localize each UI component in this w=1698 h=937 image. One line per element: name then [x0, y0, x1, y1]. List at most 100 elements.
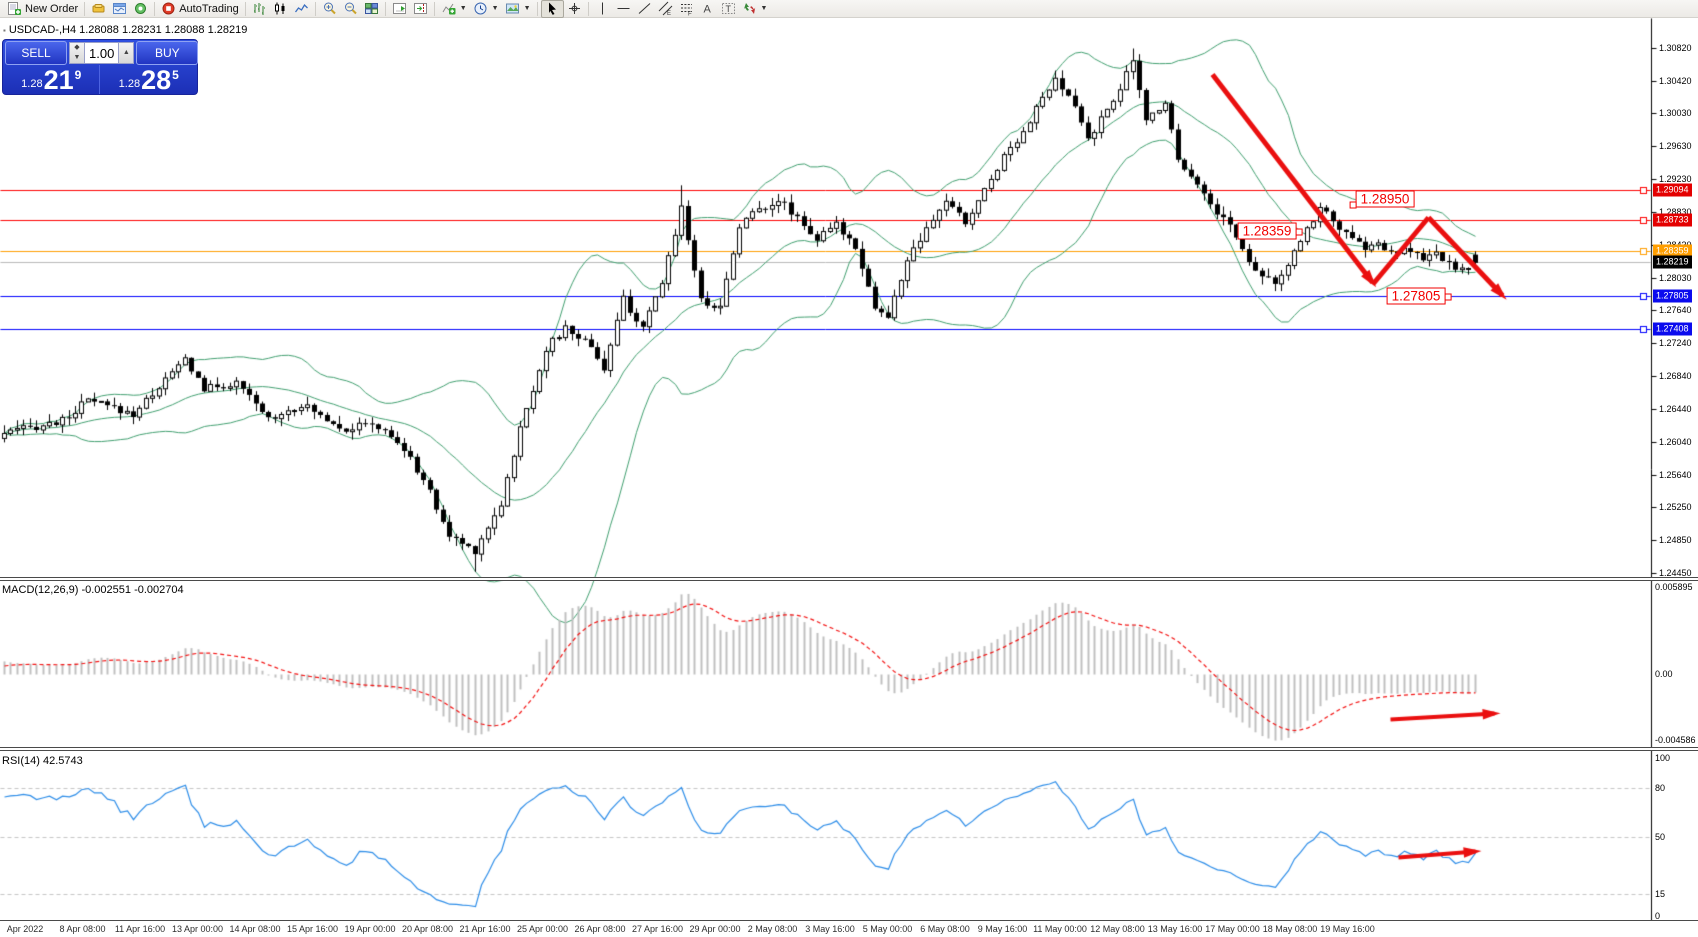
arrows-tool-button[interactable]: ▼: [739, 1, 771, 17]
new-order-button[interactable]: New Order: [4, 1, 81, 17]
price-callout[interactable]: 1.28359: [1238, 223, 1297, 240]
time-tick-label: 18 May 08:00: [1263, 924, 1318, 934]
dropdown-caret: ▼: [492, 5, 499, 12]
price-level-badge: 1.28219: [1653, 256, 1692, 269]
text-tool-button[interactable]: A: [697, 1, 718, 17]
templates-button[interactable]: ▼: [502, 1, 534, 17]
price-tick-label: 1.26440: [1659, 404, 1692, 414]
dropdown-caret: ▼: [460, 5, 467, 12]
auto-scroll-button[interactable]: [389, 1, 410, 17]
line-chart-button[interactable]: [291, 1, 312, 17]
signals-button[interactable]: [130, 1, 151, 17]
autotrading-button[interactable]: AutoTrading: [158, 1, 242, 17]
volume-up-button[interactable]: ▲: [118, 42, 134, 64]
panel-separator[interactable]: [0, 747, 1698, 751]
svg-text:E: E: [667, 11, 671, 16]
callout-anchor: [1444, 293, 1451, 300]
text-label-icon: T: [721, 1, 736, 16]
svg-text:F: F: [688, 12, 692, 17]
callout-anchor: [1295, 228, 1302, 235]
callout-anchor: [1350, 202, 1357, 209]
volume-input[interactable]: 1.00: [85, 42, 118, 64]
separator: [537, 2, 538, 16]
chart-window-icon: ▪: [3, 26, 6, 35]
indicator-axis-label: 0.00: [1655, 669, 1673, 679]
fibonacci-icon: F: [679, 1, 694, 16]
vertical-line-icon: [595, 1, 610, 16]
new-order-icon: [7, 1, 22, 16]
time-tick-label: 19 May 16:00: [1320, 924, 1375, 934]
candlestick-icon: [273, 1, 288, 16]
trendline-icon: [637, 1, 652, 16]
cursor-tool-button[interactable]: [541, 0, 564, 18]
main-toolbar: New Order AutoTrading ▼ ▼ ▼ E F A T ▼: [0, 0, 1698, 18]
indicators-icon: [441, 1, 456, 16]
crosshair-icon: [567, 1, 582, 16]
price-tick-label: 1.30820: [1659, 43, 1692, 53]
chart-canvas[interactable]: [0, 18, 1698, 920]
price-callout[interactable]: 1.28950: [1356, 191, 1415, 208]
volume-stepper: ◆▼ 1.00 ▲: [69, 42, 134, 64]
horizontal-line-tool-button[interactable]: [613, 1, 634, 17]
price-tick-label: 1.25640: [1659, 470, 1692, 480]
separator: [588, 2, 589, 16]
price-tick-label: 1.24850: [1659, 535, 1692, 545]
zoom-in-button[interactable]: [319, 1, 340, 17]
channel-tool-button[interactable]: E: [655, 1, 676, 17]
price-level-badge: 1.27805: [1653, 290, 1692, 303]
indicator-axis-label: 80: [1655, 783, 1665, 793]
tile-windows-button[interactable]: [361, 1, 382, 17]
line-chart-icon: [294, 1, 309, 16]
time-axis[interactable]: Apr 20228 Apr 08:0011 Apr 16:0013 Apr 00…: [0, 921, 1698, 937]
indicator-axis-label: 0.005895: [1655, 582, 1693, 592]
metaeditor-button[interactable]: [88, 1, 109, 17]
trendline-tool-button[interactable]: [634, 1, 655, 17]
sell-price-display[interactable]: 1.28219: [4, 65, 100, 94]
price-callout[interactable]: 1.27805: [1387, 288, 1446, 305]
zoom-out-icon: [343, 1, 358, 16]
time-tick-label: 13 Apr 00:00: [172, 924, 223, 934]
buy-button[interactable]: BUY: [136, 41, 198, 65]
zoom-out-button[interactable]: [340, 1, 361, 17]
time-tick-label: 27 Apr 16:00: [632, 924, 683, 934]
terminal-icon: [112, 1, 127, 16]
price-tick-label: 1.29630: [1659, 141, 1692, 151]
price-tick-label: 1.30030: [1659, 108, 1692, 118]
time-tick-label: 15 Apr 16:00: [287, 924, 338, 934]
time-axis-separator: [0, 920, 1698, 921]
time-tick-label: 2 May 08:00: [748, 924, 798, 934]
equidistant-channel-icon: E: [658, 1, 673, 16]
sell-button[interactable]: SELL: [5, 41, 67, 65]
chart-title: ▪USDCAD-,H4 1.28088 1.28231 1.28088 1.28…: [3, 24, 247, 36]
buy-price-display[interactable]: 1.28285: [102, 65, 197, 94]
time-tick-label: 5 May 00:00: [863, 924, 913, 934]
auto-scroll-icon: [392, 1, 407, 16]
indicator-axis-label: 15: [1655, 889, 1665, 899]
periods-button[interactable]: ▼: [470, 1, 502, 17]
one-click-trading-panel: SELL ◆▼ 1.00 ▲ BUY 1.28219 1.28285: [2, 39, 198, 95]
bar-chart-button[interactable]: [249, 1, 270, 17]
periods-icon: [473, 1, 488, 16]
price-tick-label: 1.26840: [1659, 371, 1692, 381]
candlestick-button[interactable]: [270, 1, 291, 17]
time-tick-label: 17 May 00:00: [1205, 924, 1260, 934]
text-icon: A: [700, 1, 715, 16]
svg-text:T: T: [725, 4, 731, 14]
indicator-axis-label: 50: [1655, 832, 1665, 842]
time-tick-label: 19 Apr 00:00: [344, 924, 395, 934]
fibonacci-tool-button[interactable]: F: [676, 1, 697, 17]
indicators-button[interactable]: ▼: [438, 1, 470, 17]
time-tick-label: 20 Apr 08:00: [402, 924, 453, 934]
text-label-tool-button[interactable]: T: [718, 1, 739, 17]
price-tick-label: 1.27240: [1659, 338, 1692, 348]
terminal-button[interactable]: [109, 1, 130, 17]
vertical-line-tool-button[interactable]: [592, 1, 613, 17]
price-level-badge: 1.28733: [1653, 214, 1692, 227]
time-tick-label: 29 Apr 00:00: [689, 924, 740, 934]
chart-shift-button[interactable]: [410, 1, 431, 17]
crosshair-tool-button[interactable]: [564, 1, 585, 17]
svg-text:A: A: [703, 4, 711, 16]
volume-down-button[interactable]: ◆▼: [69, 42, 85, 64]
panel-separator[interactable]: [0, 577, 1698, 581]
time-tick-label: 21 Apr 16:00: [459, 924, 510, 934]
